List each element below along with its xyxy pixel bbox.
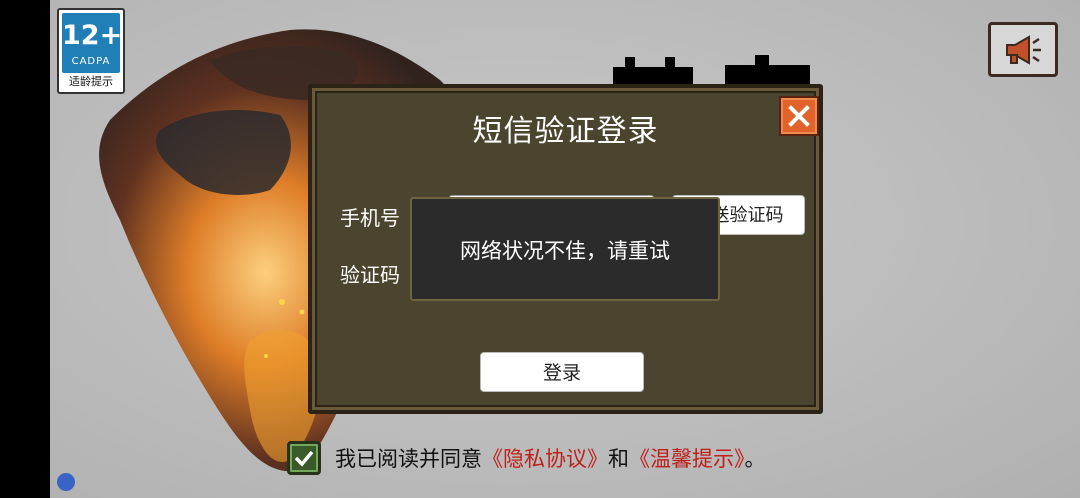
age-rating-org: CADPA — [71, 56, 111, 67]
age-rating-tip: 适龄提示 — [69, 75, 113, 88]
privacy-policy-link[interactable]: 《隐私协议》 — [482, 447, 608, 471]
agreement-checkbox[interactable] — [287, 441, 321, 475]
agreement-text: 我已阅读并同意《隐私协议》和《温馨提示》。 — [335, 443, 766, 473]
age-rating-badge[interactable]: 12+ CADPA 适龄提示 — [57, 8, 125, 94]
login-button[interactable]: 登录 — [480, 352, 644, 392]
floating-assist-button[interactable] — [57, 473, 75, 491]
dialog-title: 短信验证登录 — [472, 114, 659, 149]
megaphone-icon — [1006, 34, 1041, 65]
agreement-prefix: 我已阅读并同意 — [335, 447, 482, 471]
tips-link[interactable]: 《温馨提示》 — [629, 447, 745, 471]
close-icon — [788, 105, 810, 127]
checkmark-icon — [294, 450, 314, 467]
announcement-button[interactable] — [988, 22, 1058, 77]
agreement-row: 我已阅读并同意《隐私协议》和《温馨提示》。 — [287, 440, 766, 476]
phone-label: 手机号 — [340, 206, 400, 230]
network-error-toast: 网络状况不佳，请重试 — [410, 197, 720, 301]
close-button[interactable] — [779, 96, 819, 136]
code-label: 验证码 — [340, 263, 400, 287]
age-rating-number: 12+ — [62, 20, 123, 51]
agreement-suffix: 。 — [744, 447, 766, 471]
agreement-and: 和 — [608, 447, 629, 471]
left-black-bar — [0, 0, 50, 498]
age-rating-panel: 12+ CADPA — [62, 13, 123, 73]
